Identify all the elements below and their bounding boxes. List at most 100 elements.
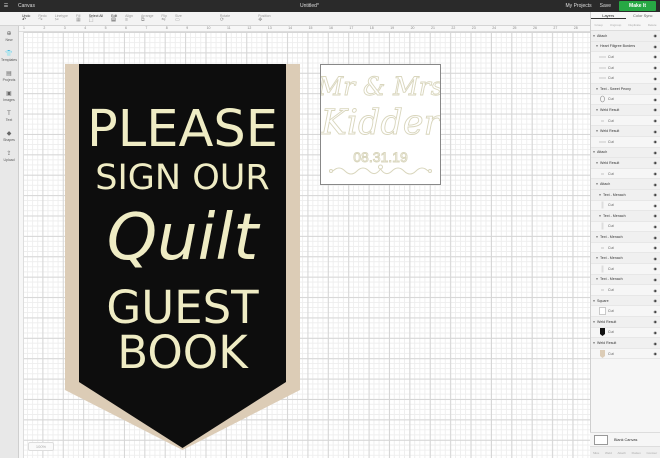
rail-item-projects[interactable]: ▤ Projects: [0, 66, 18, 86]
rail-item-new[interactable]: ⊕ New: [0, 26, 18, 46]
layer-item[interactable]: Cut ◉: [591, 222, 660, 233]
layer-item[interactable]: Cut ◉: [591, 116, 660, 127]
layer-item[interactable]: Cut ◉: [591, 285, 660, 296]
layer-group[interactable]: ▾ Attach ◉: [591, 147, 660, 159]
eye-icon[interactable]: ◉: [654, 54, 658, 59]
bottom-action-contour[interactable]: Contour: [646, 451, 657, 455]
eye-icon[interactable]: ◉: [654, 192, 658, 197]
layer-group[interactable]: ▾ Text - Menach ◉: [591, 211, 660, 222]
tab-color-sync[interactable]: Color Sync: [626, 12, 660, 19]
layer-action-delete[interactable]: Delete: [648, 23, 657, 27]
size-field[interactable]: Size ▭: [175, 14, 182, 23]
layer-item[interactable]: Cut ◉: [591, 264, 660, 275]
layer-action-group[interactable]: Group: [594, 23, 602, 27]
eye-icon[interactable]: ◉: [654, 107, 658, 112]
eye-icon[interactable]: ◉: [654, 277, 658, 282]
rail-item-text[interactable]: T Text: [0, 106, 18, 126]
eye-icon[interactable]: ◉: [654, 118, 658, 123]
eye-icon[interactable]: ◉: [654, 76, 658, 81]
layer-group[interactable]: ▾ Text - Menach ◉: [591, 189, 660, 201]
layer-group[interactable]: ▾ Text - Sweet Peony ◉: [591, 83, 660, 95]
eye-icon[interactable]: ◉: [654, 224, 658, 229]
bottom-action-slice[interactable]: Slice: [593, 451, 600, 455]
blank-canvas-swatch[interactable]: [594, 434, 608, 445]
layer-group[interactable]: ▾ Text - Menach ◉: [591, 232, 660, 243]
bottom-action-flatten[interactable]: Flatten: [632, 451, 641, 455]
layer-action-duplicate[interactable]: Duplicate: [628, 23, 641, 27]
layer-item[interactable]: Cut ◉: [591, 306, 660, 318]
layer-group[interactable]: ▾ Weld Result ◉: [591, 158, 660, 169]
linetype-select[interactable]: Linetype ✂: [55, 14, 68, 23]
bottom-action-attach[interactable]: Attach: [617, 451, 626, 455]
rail-item-upload[interactable]: ⇪ Upload: [0, 146, 18, 166]
eye-icon[interactable]: ◉: [654, 235, 658, 240]
eye-icon[interactable]: ◉: [654, 288, 658, 293]
layer-item[interactable]: Cut ◉: [591, 243, 660, 254]
layer-group[interactable]: ▾ Weld Result ◉: [591, 317, 660, 328]
eye-icon[interactable]: ◉: [654, 182, 658, 187]
eye-icon[interactable]: ◉: [654, 139, 658, 144]
eye-icon[interactable]: ◉: [654, 44, 658, 49]
fill-select[interactable]: Fill ▦: [76, 14, 81, 23]
layer-group[interactable]: ▾ Weld Result ◉: [591, 126, 660, 137]
layer-group[interactable]: ▾ Text - Menach ◉: [591, 253, 660, 265]
eye-icon[interactable]: ◉: [654, 213, 658, 218]
layer-item[interactable]: Cut ◉: [591, 73, 660, 84]
eye-icon[interactable]: ◉: [654, 245, 658, 250]
flip-button[interactable]: Flip ⇋: [161, 14, 167, 23]
layer-action-ungroup[interactable]: Ungroup: [610, 23, 622, 27]
my-projects-button[interactable]: My Projects: [566, 3, 592, 9]
layer-item[interactable]: Cut ◉: [591, 137, 660, 148]
layer-item[interactable]: Cut ◉: [591, 52, 660, 63]
eye-icon[interactable]: ◉: [654, 33, 658, 38]
position-field[interactable]: Position ✥: [258, 14, 270, 23]
layer-item[interactable]: Cut ◉: [591, 349, 660, 360]
bottom-action-weld[interactable]: Weld: [605, 451, 612, 455]
layer-item[interactable]: Cut ◉: [591, 95, 660, 106]
rail-item-images[interactable]: ▣ Images: [0, 86, 18, 106]
edit-button[interactable]: Edit ▤: [111, 14, 117, 23]
layer-group[interactable]: ▾ Attach ◉: [591, 179, 660, 190]
eye-icon[interactable]: ◉: [654, 319, 658, 324]
layer-item[interactable]: Cut ◉: [591, 169, 660, 180]
eye-icon[interactable]: ◉: [654, 150, 658, 155]
undo-button[interactable]: Undo ↶: [22, 14, 30, 23]
eye-icon[interactable]: ◉: [654, 97, 658, 102]
eye-icon[interactable]: ◉: [654, 86, 658, 91]
zoom-control[interactable]: 100%: [28, 442, 54, 451]
eye-icon[interactable]: ◉: [654, 309, 658, 314]
save-button[interactable]: Save: [600, 3, 611, 9]
redo-button[interactable]: Redo ↷: [38, 14, 46, 23]
layer-group[interactable]: ▾ Weld Result ◉: [591, 338, 660, 349]
layer-group[interactable]: ▾ Weld Result ◉: [591, 105, 660, 116]
blank-canvas-row[interactable]: Blank Canvas: [590, 432, 660, 446]
eye-icon[interactable]: ◉: [654, 266, 658, 271]
eye-icon[interactable]: ◉: [654, 160, 658, 165]
layer-item[interactable]: Cut ◉: [591, 328, 660, 339]
name-sign-card[interactable]: Mr & Mrs Kidder 08.31.19: [316, 64, 444, 185]
layer-group[interactable]: ▾ Attach ◉: [591, 31, 660, 42]
layer-group[interactable]: ▾ Heart Filigree Borders ◉: [591, 41, 660, 53]
eye-icon[interactable]: ◉: [654, 330, 658, 335]
rotate-field[interactable]: Rotate ⟳: [220, 14, 230, 23]
rail-item-shapes[interactable]: ◆ Shapes: [0, 126, 18, 146]
make-it-button[interactable]: Make It: [619, 1, 656, 11]
layer-group[interactable]: ▾ Square ◉: [591, 295, 660, 307]
arrange-button[interactable]: Arrange ⧉: [141, 14, 153, 23]
eye-icon[interactable]: ◉: [654, 256, 658, 261]
eye-icon[interactable]: ◉: [654, 351, 658, 356]
eye-icon[interactable]: ◉: [654, 171, 658, 176]
eye-icon[interactable]: ◉: [654, 65, 658, 70]
eye-icon[interactable]: ◉: [654, 341, 658, 346]
layer-item[interactable]: Cut ◉: [591, 63, 660, 74]
align-button[interactable]: Align ≡: [125, 14, 133, 23]
quilt-banner[interactable]: PLEASE SIGN OUR Quilt GUEST BOOK: [65, 64, 301, 450]
eye-icon[interactable]: ◉: [654, 203, 658, 208]
rail-item-templates[interactable]: 👕 Templates: [0, 46, 18, 66]
eye-icon[interactable]: ◉: [654, 298, 658, 303]
menu-icon[interactable]: ☰: [0, 0, 12, 12]
select-all-button[interactable]: Select All ⬚: [89, 14, 103, 23]
layer-item[interactable]: Cut ◉: [591, 201, 660, 212]
tab-layers[interactable]: Layers: [591, 12, 626, 19]
eye-icon[interactable]: ◉: [654, 129, 658, 134]
